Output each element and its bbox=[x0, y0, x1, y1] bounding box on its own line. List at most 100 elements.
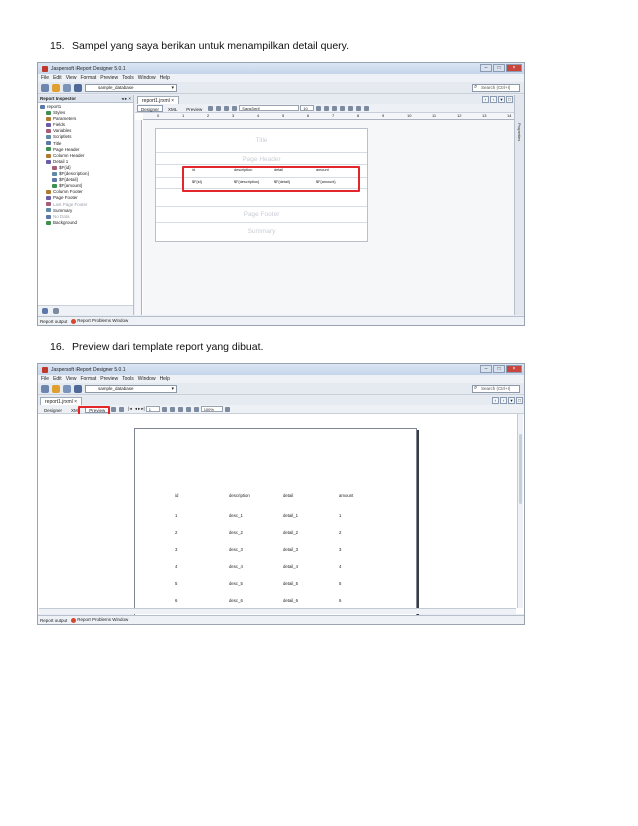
report-output-tab[interactable]: Report output bbox=[40, 319, 67, 324]
scroll-thumb[interactable] bbox=[519, 434, 522, 504]
bold-icon[interactable] bbox=[316, 105, 322, 111]
font-size-select[interactable]: 10 bbox=[300, 105, 315, 111]
tree-node-icon bbox=[46, 159, 51, 164]
menu-item-file[interactable]: File bbox=[41, 376, 49, 382]
last-page-icon[interactable]: ▸| bbox=[141, 406, 144, 412]
tab-designer[interactable]: Designer bbox=[40, 406, 66, 413]
first-page-icon[interactable]: |◂ bbox=[128, 406, 131, 412]
search-input[interactable]: Search (Ctrl+I) bbox=[472, 385, 520, 393]
open-icon[interactable] bbox=[52, 384, 60, 393]
ruler-tick: 9 bbox=[382, 113, 385, 118]
menu-item-tools[interactable]: Tools bbox=[122, 75, 134, 81]
save-icon[interactable] bbox=[63, 83, 71, 92]
tab-list-icon[interactable]: ▾ bbox=[498, 96, 505, 103]
tab-preview[interactable]: Preview bbox=[182, 105, 206, 112]
band-page-header[interactable]: Page Header bbox=[156, 153, 367, 165]
save-icon[interactable] bbox=[63, 384, 71, 393]
tree-tool-icon[interactable] bbox=[42, 308, 48, 314]
zoom-in-icon[interactable] bbox=[216, 105, 222, 111]
next-tab-icon[interactable]: › bbox=[500, 397, 507, 404]
tree-item[interactable]: Background bbox=[38, 220, 133, 226]
zoom-out-icon[interactable] bbox=[224, 105, 230, 111]
close-icon[interactable]: × bbox=[506, 64, 522, 72]
datasource-select[interactable]: sample_database bbox=[85, 384, 177, 393]
tab-xml[interactable]: XML bbox=[164, 105, 181, 112]
zoom-in-icon[interactable] bbox=[185, 406, 191, 412]
menu-item-window[interactable]: Window bbox=[138, 75, 156, 81]
fit-page-icon[interactable] bbox=[169, 406, 175, 412]
menu-item-help[interactable]: Help bbox=[160, 75, 170, 81]
align-left-icon[interactable] bbox=[340, 105, 346, 111]
open-icon[interactable] bbox=[52, 83, 60, 92]
band-title[interactable]: Title bbox=[156, 129, 367, 153]
properties-panel-strip[interactable]: Properties bbox=[514, 95, 524, 315]
report-page[interactable]: Title Page Header id description detail amo… bbox=[155, 128, 368, 242]
align-center-icon[interactable] bbox=[348, 105, 354, 111]
tree-tool-icon[interactable] bbox=[53, 308, 60, 314]
menu-item-edit[interactable]: Edit bbox=[53, 75, 62, 81]
menu-item-format[interactable]: Format bbox=[80, 376, 96, 382]
inspector-controls[interactable]: ◂ ▸ × bbox=[121, 95, 131, 103]
refresh-icon[interactable] bbox=[224, 406, 230, 412]
menu-item-format[interactable]: Format bbox=[80, 75, 96, 81]
menu-item-tools[interactable]: Tools bbox=[122, 376, 134, 382]
align-icon[interactable] bbox=[208, 105, 214, 111]
new-report-icon[interactable] bbox=[41, 83, 49, 92]
prev-tab-icon[interactable]: ‹ bbox=[492, 397, 499, 404]
tab-list-icon[interactable]: ▾ bbox=[508, 397, 515, 404]
report-output-tab[interactable]: Report output bbox=[40, 618, 67, 623]
vertical-scrollbar[interactable] bbox=[517, 414, 523, 608]
menu-item-window[interactable]: Window bbox=[138, 376, 156, 382]
tab-report1[interactable]: report1.jrxml × bbox=[40, 397, 83, 405]
ruler-tick: 12 bbox=[457, 113, 462, 118]
minimize-icon[interactable]: – bbox=[480, 64, 492, 72]
fit-width-icon[interactable] bbox=[177, 406, 183, 412]
maximize-icon[interactable]: □ bbox=[493, 64, 505, 72]
band-summary[interactable]: Summary bbox=[156, 223, 367, 241]
tab-report1[interactable]: report1.jrxml × bbox=[137, 96, 180, 104]
maximize-editor-icon[interactable]: □ bbox=[506, 96, 513, 103]
align-right-icon[interactable] bbox=[356, 105, 362, 111]
italic-icon[interactable] bbox=[324, 105, 330, 111]
new-report-icon[interactable] bbox=[41, 384, 49, 393]
justify-icon[interactable] bbox=[364, 105, 370, 111]
actual-size-icon[interactable] bbox=[161, 406, 167, 412]
problems-window-tab[interactable]: Report Problems Window bbox=[71, 318, 128, 324]
menu-item-view[interactable]: View bbox=[66, 376, 77, 382]
menu-item-help[interactable]: Help bbox=[160, 376, 170, 382]
ruler-tick: 5 bbox=[282, 113, 285, 118]
ruler-tick: 7 bbox=[332, 113, 335, 118]
underline-icon[interactable] bbox=[332, 105, 338, 111]
menu-item-view[interactable]: View bbox=[66, 75, 77, 81]
print-icon[interactable] bbox=[119, 406, 125, 412]
prev-page-icon[interactable]: ◂ bbox=[135, 406, 137, 412]
next-page-icon[interactable]: ▸ bbox=[138, 406, 140, 412]
zoom-out-icon[interactable] bbox=[193, 406, 199, 412]
search-input[interactable]: Search (Ctrl+I) bbox=[472, 84, 520, 92]
tree-item-label: Parameters bbox=[53, 116, 77, 122]
problems-window-tab[interactable]: Report Problems Window bbox=[71, 617, 128, 623]
minimize-icon[interactable]: – bbox=[480, 365, 492, 373]
datasource-icon[interactable] bbox=[74, 384, 82, 393]
maximize-icon[interactable]: □ bbox=[493, 365, 505, 373]
maximize-editor-icon[interactable]: □ bbox=[516, 397, 523, 404]
zoom-select[interactable]: 100% bbox=[200, 406, 223, 412]
next-tab-icon[interactable]: › bbox=[490, 96, 497, 103]
menu-item-preview[interactable]: Preview bbox=[100, 376, 118, 382]
band-page-footer[interactable]: Page Footer bbox=[156, 207, 367, 223]
close-icon[interactable]: × bbox=[506, 365, 522, 373]
menu-item-preview[interactable]: Preview bbox=[100, 75, 118, 81]
format-icon[interactable] bbox=[232, 105, 238, 111]
page-number-input[interactable]: 1 bbox=[145, 406, 160, 412]
tab-designer[interactable]: Designer bbox=[137, 104, 164, 112]
save-report-icon[interactable] bbox=[111, 406, 117, 412]
menu-item-file[interactable]: File bbox=[41, 75, 49, 81]
datasource-select[interactable]: sample_database bbox=[85, 83, 177, 92]
datasource-icon[interactable] bbox=[74, 83, 82, 92]
horizontal-scrollbar[interactable] bbox=[39, 608, 516, 614]
font-select[interactable]: SansSerif bbox=[239, 105, 300, 111]
tree-item-label: Column Footer bbox=[53, 189, 83, 195]
prev-tab-icon[interactable]: ‹ bbox=[482, 96, 489, 103]
menu-item-edit[interactable]: Edit bbox=[53, 376, 62, 382]
designer-screenshot: Jaspersoft iReport Designer 5.0.1 – □ × … bbox=[37, 62, 525, 326]
